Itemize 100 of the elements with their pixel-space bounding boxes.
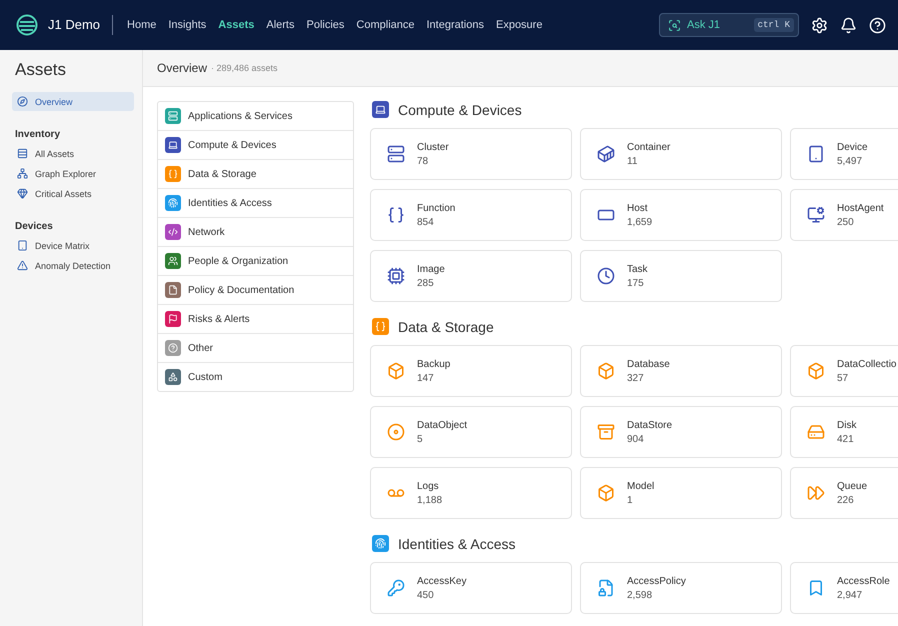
asset-type-count: 1,659 [627,216,652,228]
asset-type-name: Backup [417,358,450,370]
asset-type-count: 5 [417,434,424,444]
cube-icon [387,362,405,380]
asset-type-card[interactable]: Task 175 [580,250,782,302]
asset-type-name: Disk [837,420,856,430]
drive-icon [807,423,825,441]
sidebar-title: Assets [15,60,68,80]
category-item[interactable]: Identities & Access [158,189,353,218]
cube-icon [807,362,825,380]
asset-type-count: 1,188 [417,494,442,506]
nav-link[interactable]: Alerts [266,19,294,31]
asset-type-name: AccessRole [837,576,890,586]
category-item[interactable]: People & Organization [158,247,353,276]
asset-type-card[interactable]: Model 1 [580,467,782,519]
logo-icon [16,14,38,36]
sidebar-group-title: Devices [15,221,54,232]
asset-type-name: Database [627,358,670,370]
nav-link[interactable]: Assets [218,19,254,31]
asset-type-count: 175 [627,278,645,288]
section-title: Compute & Devices [398,102,522,118]
asset-type-count: 904 [627,434,645,444]
asset-type-name: DataCollectio [837,358,896,370]
category-item[interactable]: Network [158,218,353,247]
sidebar-item[interactable]: Critical Assets [12,184,134,203]
category-item[interactable]: Custom [158,363,353,391]
monitor-icon [807,206,825,224]
asset-type-name: DataStore [627,420,672,430]
nav-link[interactable]: Policies [306,19,344,31]
asset-type-name: Device [837,142,868,152]
asset-type-card[interactable]: AccessRole 2,947 [790,562,898,614]
app-name: J1 Demo [48,15,114,35]
asset-type-count: 285 [417,278,435,288]
file-lock-icon [597,579,615,597]
nav-link[interactable]: Insights [168,19,206,31]
tablet-icon [17,240,28,251]
sidebar-item[interactable]: Anomaly Detection [12,256,134,275]
nav-link[interactable]: Exposure [496,19,542,31]
asset-type-name: Model [627,480,654,492]
asset-type-name: Image [417,264,445,274]
asset-type-card[interactable]: Queue 226 [790,467,898,519]
sidebar-item[interactable]: Device Matrix [12,236,134,255]
category-item[interactable]: Other [158,334,353,363]
asset-type-name: Task [627,264,648,274]
nav-link[interactable]: Home [127,19,156,31]
notifications-button[interactable] [840,16,857,34]
sidebar-item[interactable]: Overview [12,92,134,111]
asset-type-card[interactable]: Function 854 [370,189,572,241]
asset-type-name: Container [627,142,670,152]
asset-type-card[interactable]: HostAgent 250 [790,189,898,241]
key-icon [387,579,405,597]
sidebar-item[interactable]: All Assets [12,144,134,163]
asset-type-card[interactable]: Cluster 78 [370,128,572,180]
asset-type-count: 147 [417,372,435,384]
category-item[interactable]: Applications & Services [158,102,353,131]
shortcut-key: ctrl K [754,18,794,32]
category-item[interactable]: Policy & Documentation [158,276,353,305]
settings-button[interactable] [811,16,828,34]
disc-icon [387,423,405,441]
asset-type-count: 11 [627,156,638,166]
asset-type-card[interactable]: Image 285 [370,250,572,302]
asset-type-count: 57 [837,372,850,384]
warning-icon [17,260,28,271]
asset-type-card[interactable]: DataObject 5 [370,406,572,458]
clock-icon [597,267,615,285]
asset-type-card[interactable]: DataStore 904 [580,406,782,458]
asset-type-card[interactable]: Container 11 [580,128,782,180]
help-button[interactable] [869,16,886,34]
page-title: Overview [157,61,208,75]
asset-type-card[interactable]: Backup 147 [370,345,572,397]
sidebar-item[interactable]: Graph Explorer [12,164,134,183]
category-item[interactable]: Risks & Alerts [158,305,353,334]
asset-type-card[interactable]: AccessKey 450 [370,562,572,614]
bookmark-icon [807,579,825,597]
asset-type-card[interactable]: Disk 421 [790,406,898,458]
container-icon [597,145,615,163]
asset-type-count: 854 [417,216,435,228]
ask-search-button[interactable]: Ask J1 ctrl K [659,13,799,37]
asset-type-card[interactable]: DataCollectio 57 [790,345,898,397]
section-title: Identities & Access [398,536,516,552]
category-item[interactable]: Data & Storage [158,160,353,189]
asset-type-card[interactable]: AccessPolicy 2,598 [580,562,782,614]
asset-type-name: Host [627,202,649,214]
chip-icon [387,267,405,285]
asset-type-count: 421 [837,434,855,444]
braces-icon [387,206,405,224]
nav-link[interactable]: Compliance [356,19,414,31]
nav-link[interactable]: Integrations [426,19,484,31]
asset-type-name: Logs [417,480,440,492]
asset-type-card[interactable]: Host 1,659 [580,189,782,241]
graph-icon [17,168,28,179]
asset-type-card[interactable]: Device 5,497 [790,128,898,180]
asset-type-card[interactable]: Database 327 [580,345,782,397]
asset-type-count: 78 [417,156,430,166]
category-item[interactable]: Compute & Devices [158,131,353,160]
asset-type-name: DataObject [417,420,468,430]
asset-type-card[interactable]: Logs 1,188 [370,467,572,519]
asset-type-name: Function [417,202,456,214]
asset-type-name: Queue [837,480,868,492]
asset-type-name: Cluster [417,142,449,152]
